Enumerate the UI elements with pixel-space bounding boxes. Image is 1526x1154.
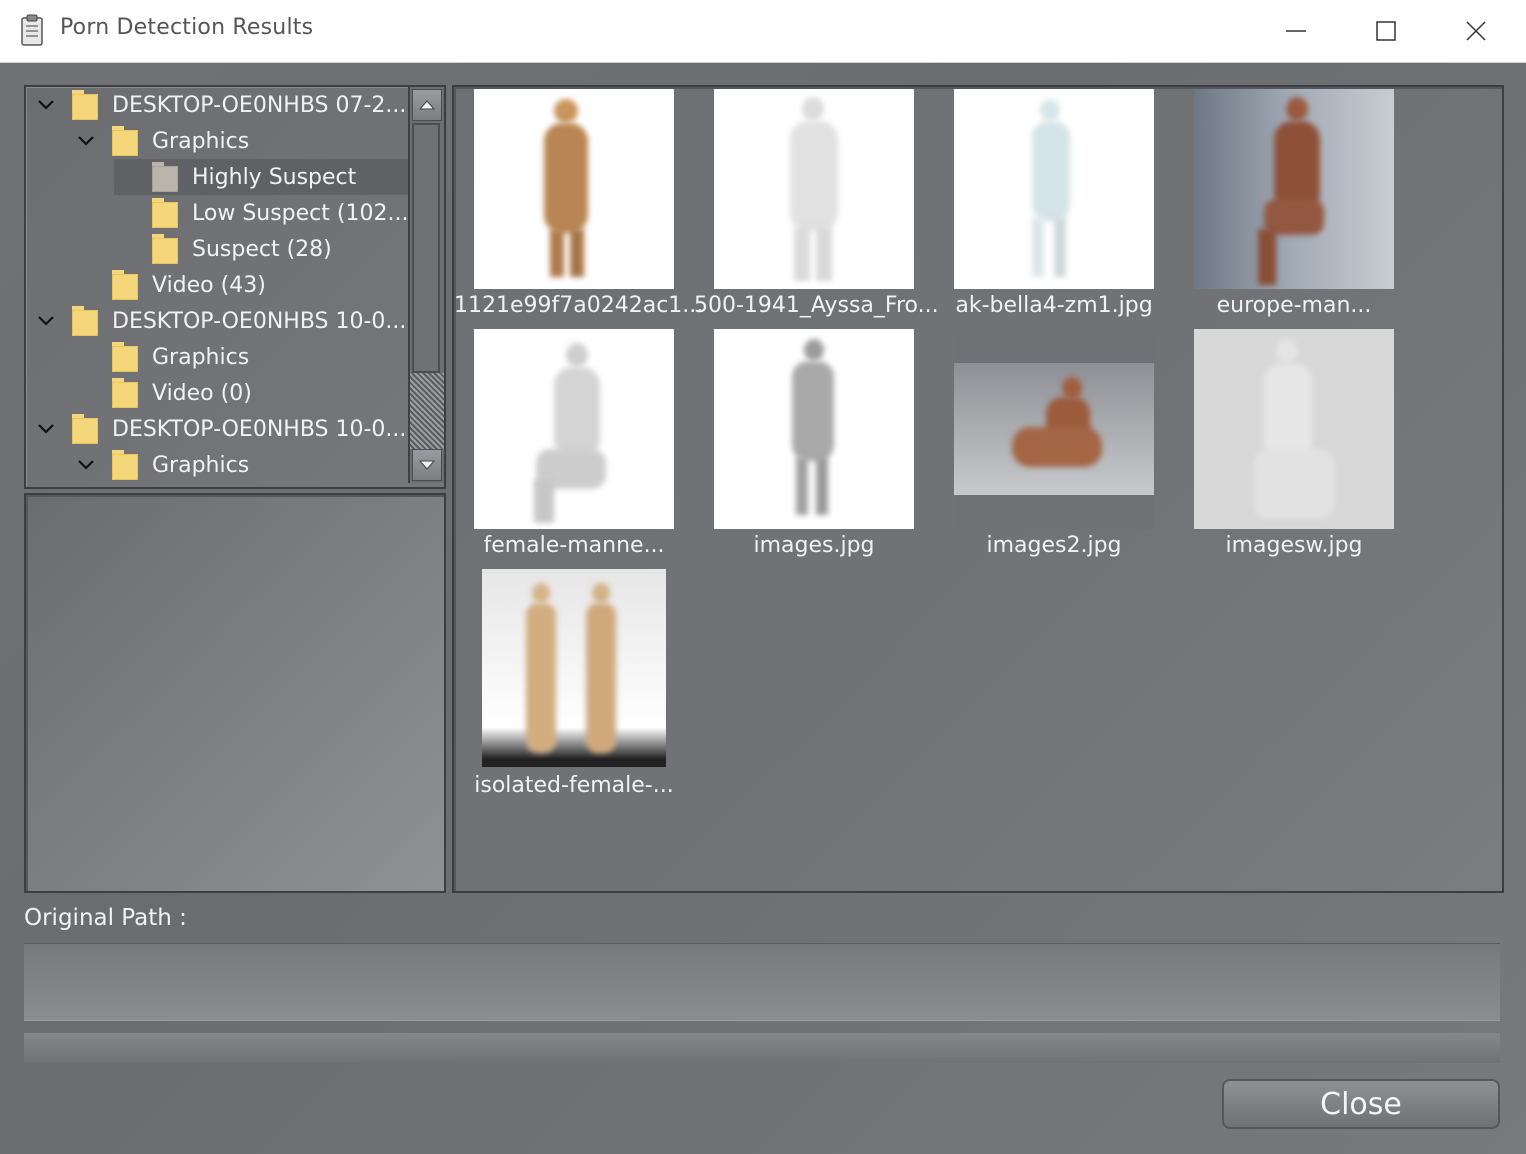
- thumbnail-image: [474, 329, 674, 529]
- tree-item[interactable]: DESKTOP-OE0NHBS 10-0...: [34, 303, 406, 339]
- chevron-down-icon[interactable]: [74, 453, 98, 477]
- thumbnail-caption: europe-man...: [1216, 293, 1372, 318]
- thumbnail-item[interactable]: 1121e99f7a0242ac1...: [454, 87, 704, 327]
- thumbnail-item[interactable]: female-manne...: [454, 327, 694, 567]
- folder-icon: [72, 90, 98, 120]
- tree-item-label: Video (43): [152, 272, 266, 298]
- thumbnail-item[interactable]: isolated-female-...: [454, 567, 694, 807]
- tree-item[interactable]: Graphics: [74, 123, 249, 159]
- scroll-thumb[interactable]: [412, 123, 440, 373]
- thumbnail-grid[interactable]: 1121e99f7a0242ac1... 500-1941_Ayssa_Fro.…: [452, 85, 1504, 893]
- tree-item-label: DESKTOP-OE0NHBS 10-0...: [112, 416, 407, 442]
- maximize-button[interactable]: [1356, 8, 1416, 54]
- tree-item-label: Suspect (28): [192, 236, 332, 262]
- original-path-field: [24, 943, 1500, 1021]
- thumbnail-caption: isolated-female-...: [474, 773, 674, 798]
- tree-item[interactable]: Video (0): [74, 375, 252, 411]
- window-close-button[interactable]: [1446, 8, 1506, 54]
- folder-icon: [112, 342, 138, 372]
- tree-item-label: DESKTOP-OE0NHBS 07-2...: [112, 92, 407, 118]
- tree-item[interactable]: Suspect (28): [114, 231, 332, 267]
- close-button[interactable]: Close: [1222, 1079, 1500, 1129]
- thumbnail-item[interactable]: images.jpg: [694, 327, 934, 567]
- path-divider: [24, 1033, 1500, 1063]
- scroll-down-button[interactable]: [412, 449, 442, 481]
- tree-item[interactable]: DESKTOP-OE0NHBS 07-2...: [34, 87, 406, 123]
- folder-icon: [112, 270, 138, 300]
- image-preview: [24, 493, 446, 893]
- thumbnail-caption: 1121e99f7a0242ac1...: [454, 293, 704, 318]
- tree-scrollbar[interactable]: [408, 87, 444, 483]
- tree-item-label: Graphics: [152, 344, 250, 370]
- thumbnail-caption: imagesw.jpg: [1225, 533, 1363, 558]
- tree-item-label: Video (0): [152, 380, 252, 406]
- thumbnail-caption: ak-bella4-zm1.jpg: [955, 293, 1153, 318]
- thumbnail-image: [714, 329, 914, 529]
- thumbnail-image: [482, 569, 666, 767]
- tree-item-label: Low Suspect (102...: [192, 200, 409, 226]
- tree-item[interactable]: Graphics: [74, 339, 249, 375]
- tree-item[interactable]: DESKTOP-OE0NHBS 10-0...: [34, 411, 406, 447]
- folder-icon: [152, 234, 178, 264]
- close-icon: [1466, 21, 1486, 41]
- thumbnail-image: [954, 89, 1154, 289]
- tree-item-label: DESKTOP-OE0NHBS 10-0...: [112, 308, 407, 334]
- thumbnail-item[interactable]: images2.jpg: [934, 327, 1174, 567]
- original-path-label: Original Path :: [24, 905, 187, 931]
- tree-item[interactable]: Video (43): [74, 267, 266, 303]
- thumbnail-image: [474, 89, 674, 289]
- folder-icon: [112, 378, 138, 408]
- folder-icon: [112, 126, 138, 156]
- chevron-down-icon[interactable]: [34, 93, 58, 117]
- thumbnail-image: [954, 329, 1154, 529]
- thumbnail-caption: images.jpg: [753, 533, 875, 558]
- tree-item[interactable]: Highly Suspect: [114, 159, 417, 195]
- scroll-track[interactable]: [410, 373, 444, 449]
- thumbnail-caption: images2.jpg: [986, 533, 1122, 558]
- folder-icon: [72, 306, 98, 336]
- thumbnail-item[interactable]: 500-1941_Ayssa_Fro...: [694, 87, 939, 327]
- tree-item-label: Graphics: [152, 128, 250, 154]
- folder-icon: [152, 198, 178, 228]
- maximize-icon: [1376, 21, 1396, 41]
- tree-item[interactable]: Low Suspect (102...: [114, 195, 408, 231]
- thumbnail-caption: 500-1941_Ayssa_Fro...: [694, 293, 939, 318]
- tree-item-label: Graphics: [152, 452, 250, 478]
- folder-icon: [72, 414, 98, 444]
- tree-item-label: Highly Suspect: [192, 164, 357, 190]
- scroll-up-button[interactable]: [412, 89, 442, 121]
- thumbnail-item[interactable]: ak-bella4-zm1.jpg: [934, 87, 1174, 327]
- chevron-down-icon[interactable]: [34, 309, 58, 333]
- thumbnail-image: [1194, 329, 1394, 529]
- triangle-up-icon: [419, 100, 435, 110]
- thumbnail-image: [1194, 89, 1394, 289]
- tree-item[interactable]: Graphics: [74, 447, 249, 483]
- dialog-body: DESKTOP-OE0NHBS 07-2... Graphics Highly Su…: [0, 63, 1526, 1154]
- title-bar: Porn Detection Results: [0, 0, 1526, 63]
- window-title: Porn Detection Results: [60, 15, 314, 40]
- thumbnail-item[interactable]: europe-man...: [1174, 87, 1414, 327]
- thumbnail-caption: female-manne...: [483, 533, 665, 558]
- folder-icon: [152, 162, 178, 192]
- thumbnail-image: [714, 89, 914, 289]
- minimize-button[interactable]: [1266, 8, 1326, 54]
- chevron-down-icon[interactable]: [34, 417, 58, 441]
- triangle-down-icon: [419, 460, 435, 470]
- clipboard-icon: [21, 14, 43, 46]
- thumbnail-item[interactable]: imagesw.jpg: [1174, 327, 1414, 567]
- folder-tree[interactable]: DESKTOP-OE0NHBS 07-2... Graphics Highly Su…: [24, 85, 446, 489]
- chevron-down-icon[interactable]: [74, 129, 98, 153]
- folder-icon: [112, 450, 138, 480]
- minimize-icon: [1286, 30, 1306, 32]
